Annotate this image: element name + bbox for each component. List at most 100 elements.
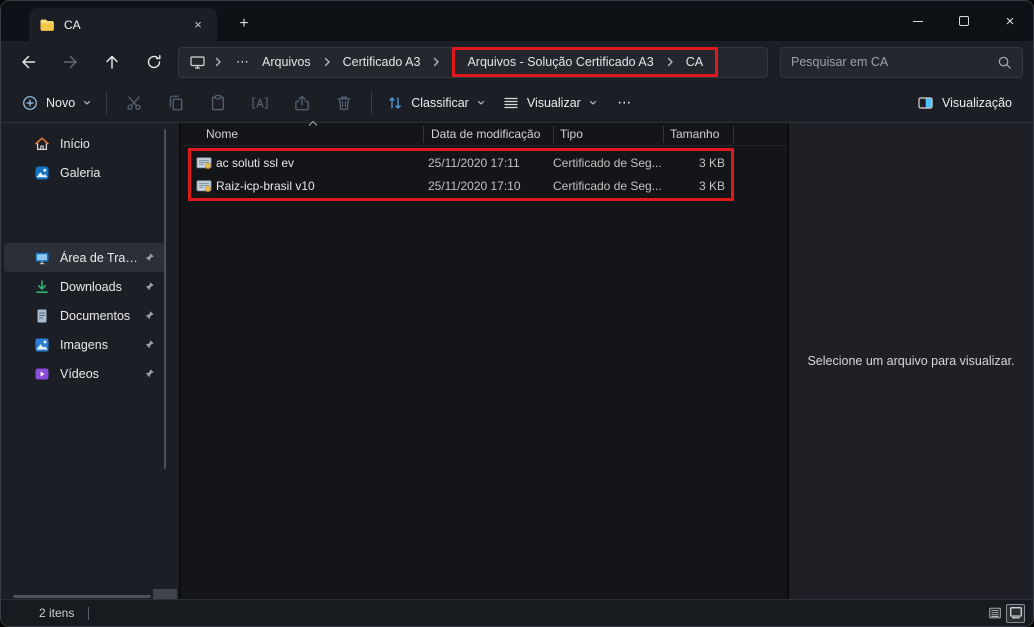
- sidebar-item-inicio[interactable]: Início: [4, 129, 165, 158]
- file-type: Certificado de Seg...: [553, 156, 662, 170]
- this-pc-icon: [189, 54, 206, 70]
- videos-icon: [34, 366, 50, 382]
- tab-title: CA: [64, 18, 189, 32]
- thumbnail-view-button[interactable]: [1006, 604, 1025, 623]
- column-header-tipo[interactable]: Tipo: [560, 127, 583, 141]
- refresh-icon: [146, 54, 162, 70]
- sidebar-item-label: Vídeos: [60, 367, 143, 381]
- paste-button[interactable]: [197, 86, 239, 120]
- new-button[interactable]: Novo: [13, 88, 100, 118]
- view-button[interactable]: Visualizar: [494, 88, 606, 118]
- column-header-data[interactable]: Data de modificação: [431, 127, 540, 141]
- breadcrumb-segment-certificado-a3[interactable]: Certificado A3: [339, 55, 425, 69]
- cut-button[interactable]: [113, 86, 155, 120]
- refresh-button[interactable]: [133, 45, 175, 79]
- up-button[interactable]: [91, 45, 133, 79]
- breadcrumb-segment-arquivos[interactable]: Arquivos: [258, 55, 315, 69]
- breadcrumb-segment-solucao[interactable]: Arquivos - Solução Certificado A3: [463, 55, 657, 69]
- file-modified: 25/11/2020 17:10: [428, 179, 521, 193]
- details-view-button[interactable]: [985, 604, 1004, 623]
- preview-pane: Selecione um arquivo para visualizar.: [789, 123, 1033, 599]
- search-box: [780, 47, 1023, 78]
- file-size: 3 KB: [655, 179, 725, 193]
- pin-icon: [143, 339, 155, 351]
- sidebar-item-documentos[interactable]: Documentos: [4, 301, 165, 330]
- column-separator[interactable]: [663, 126, 664, 143]
- search-input[interactable]: [791, 55, 997, 69]
- chevron-right-icon: [322, 57, 332, 67]
- status-bar: 2 itens: [1, 599, 1033, 626]
- rename-button[interactable]: [239, 86, 281, 120]
- explorer-tab[interactable]: CA ×: [29, 8, 217, 41]
- minimize-button[interactable]: [895, 1, 941, 41]
- maximize-icon: [959, 16, 969, 26]
- file-row-ac-soluti[interactable]: ac soluti ssl ev 25/11/2020 17:11 Certif…: [191, 151, 731, 175]
- pin-icon: [143, 281, 155, 293]
- sidebar-horizontal-scrollbar[interactable]: [13, 595, 151, 598]
- certificate-file-icon: [196, 155, 212, 171]
- sidebar-gap: [1, 187, 179, 243]
- delete-button[interactable]: [323, 86, 365, 120]
- breadcrumb-overflow-button[interactable]: ⋯: [236, 54, 250, 70]
- up-icon: [104, 54, 120, 70]
- gallery-icon: [34, 165, 50, 181]
- chevron-down-icon: [83, 99, 91, 107]
- downloads-icon: [34, 279, 50, 295]
- column-separator[interactable]: [733, 126, 734, 143]
- sort-button-label: Classificar: [411, 96, 469, 110]
- chevron-right-icon: [431, 57, 441, 67]
- address-bar[interactable]: ⋯ Arquivos Certificado A3 Arquivos - Sol…: [178, 47, 768, 78]
- sidebar-item-label: Área de Trabalho: [60, 251, 143, 265]
- sort-arrows-icon: [387, 95, 403, 111]
- preview-toggle-button[interactable]: Visualização: [908, 88, 1021, 118]
- preview-panel-icon: [917, 95, 934, 111]
- column-separator[interactable]: [423, 126, 424, 143]
- back-icon: [20, 54, 37, 70]
- trash-icon: [335, 94, 353, 112]
- window-controls: ×: [895, 1, 1033, 41]
- sort-ascending-icon: [307, 120, 319, 128]
- chevron-down-icon: [589, 99, 597, 107]
- sort-button[interactable]: Classificar: [378, 88, 494, 118]
- items-count: 2 itens: [39, 606, 74, 620]
- file-row-raiz-icp-brasil[interactable]: Raiz-icp-brasil v10 25/11/2020 17:10 Cer…: [191, 175, 731, 199]
- share-button[interactable]: [281, 86, 323, 120]
- sidebar-item-imagens[interactable]: Imagens: [4, 330, 165, 359]
- thumbnail-view-icon: [1009, 606, 1023, 620]
- copy-button[interactable]: [155, 86, 197, 120]
- more-options-button[interactable]: ⋯: [606, 86, 644, 120]
- sidebar-item-label: Início: [60, 137, 155, 151]
- maximize-button[interactable]: [941, 1, 987, 41]
- command-bar: Novo Classificar: [1, 83, 1033, 123]
- copy-icon: [167, 94, 185, 112]
- sidebar-item-galeria[interactable]: Galeria: [4, 158, 165, 187]
- new-tab-button[interactable]: +: [231, 11, 257, 37]
- close-button[interactable]: ×: [987, 1, 1033, 41]
- column-separator[interactable]: [553, 126, 554, 143]
- file-modified: 25/11/2020 17:11: [428, 156, 520, 170]
- sidebar-item-area-de-trabalho[interactable]: Área de Trabalho: [4, 243, 165, 272]
- sidebar-item-label: Downloads: [60, 280, 143, 294]
- pin-icon: [143, 310, 155, 322]
- main-area: Início Galeria Área de Trabalho: [1, 123, 1033, 599]
- minimize-icon: [913, 21, 923, 22]
- column-header-tamanho[interactable]: Tamanho: [670, 127, 719, 141]
- new-button-label: Novo: [46, 96, 75, 110]
- breadcrumb-segment-ca[interactable]: CA: [682, 55, 707, 69]
- tab-close-button[interactable]: ×: [189, 16, 207, 34]
- column-header-nome[interactable]: Nome: [206, 127, 238, 141]
- sidebar-item-downloads[interactable]: Downloads: [4, 272, 165, 301]
- forward-button[interactable]: [49, 45, 91, 79]
- pictures-icon: [34, 337, 50, 353]
- sidebar: Início Galeria Área de Trabalho: [1, 123, 179, 599]
- close-icon: ×: [1006, 14, 1015, 29]
- desktop-icon: [34, 250, 50, 266]
- sidebar-vertical-scrollbar[interactable]: [164, 129, 166, 469]
- sidebar-item-label: Galeria: [60, 166, 155, 180]
- preview-toggle-label: Visualização: [942, 96, 1012, 110]
- details-view-icon: [988, 606, 1002, 620]
- back-button[interactable]: [7, 45, 49, 79]
- view-list-icon: [503, 95, 519, 111]
- sidebar-item-videos[interactable]: Vídeos: [4, 359, 165, 388]
- certificate-file-icon: [196, 178, 212, 194]
